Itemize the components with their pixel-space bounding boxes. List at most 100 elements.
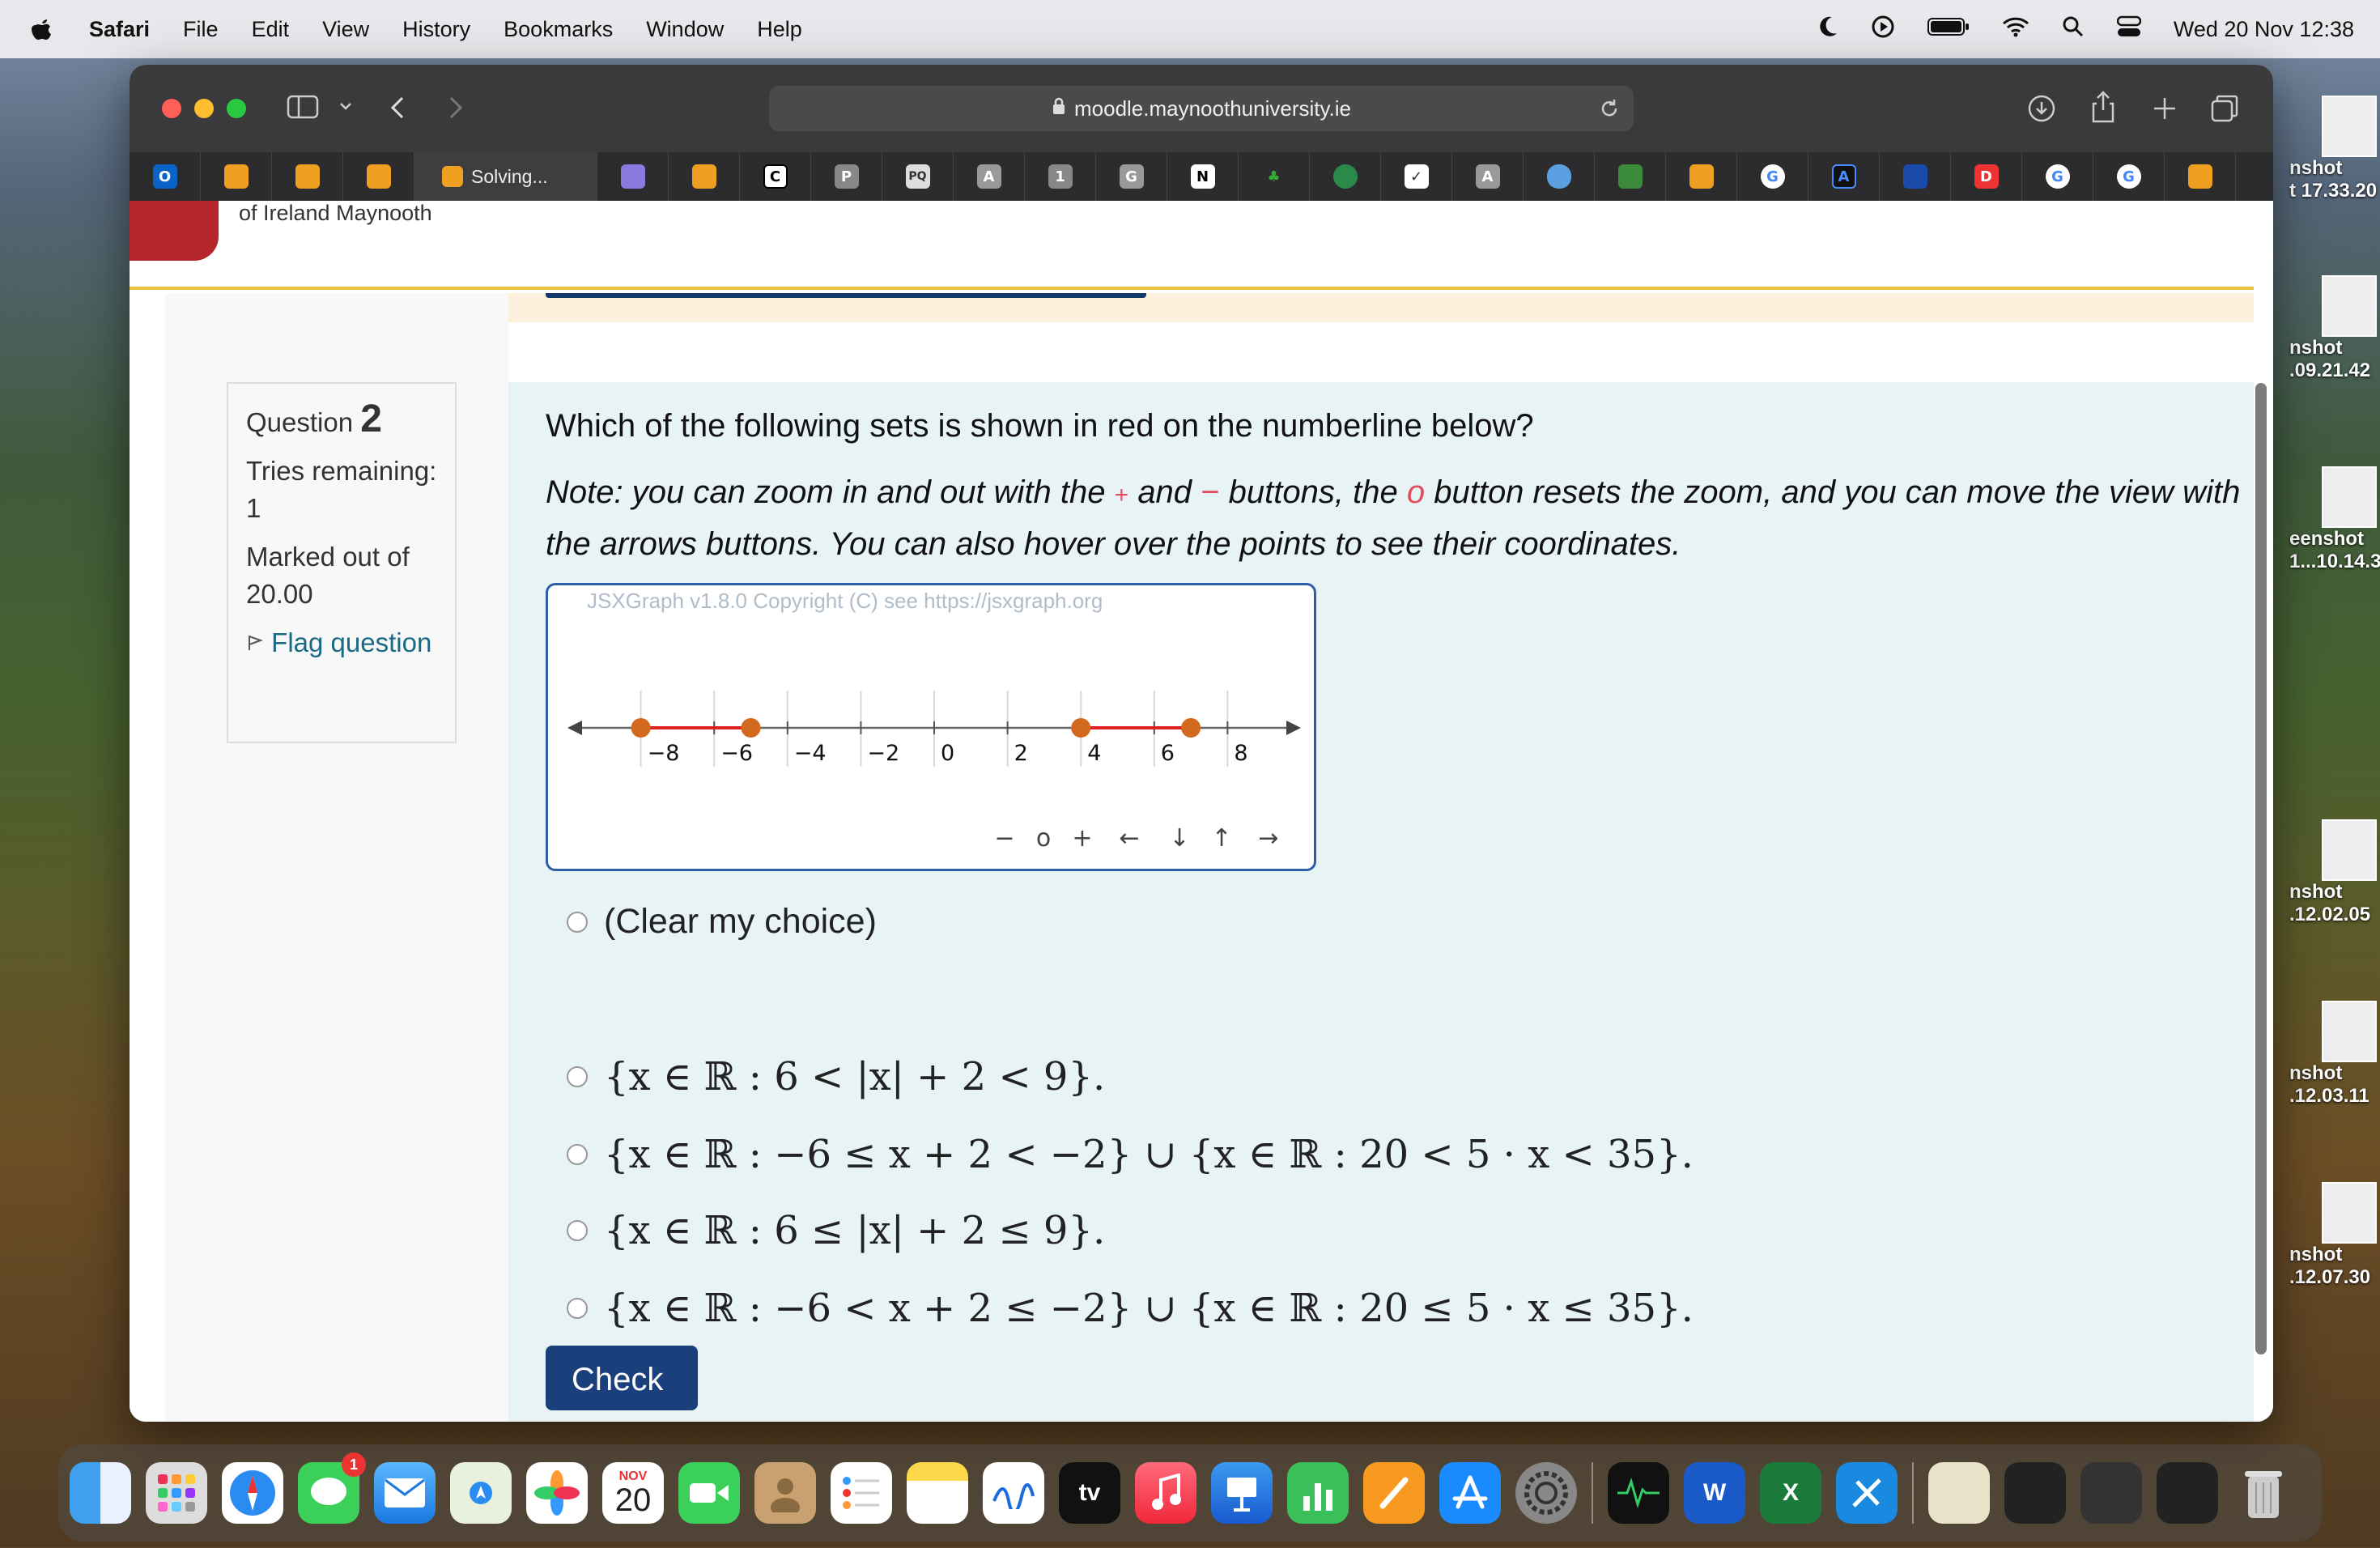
menu-history[interactable]: History: [402, 17, 470, 42]
university-logo[interactable]: [130, 201, 219, 261]
menu-app-name[interactable]: Safari: [89, 17, 150, 42]
moon-icon[interactable]: [1817, 15, 1838, 44]
tab-globe[interactable]: [1310, 152, 1381, 201]
clear-choice-option[interactable]: (Clear my choice): [567, 902, 877, 942]
chevron-down-icon[interactable]: [338, 100, 353, 116]
answer-radio[interactable]: [567, 1298, 588, 1319]
battery-icon[interactable]: [1927, 16, 1970, 43]
navigation-button[interactable]: o: [1036, 824, 1051, 853]
stack-document-icon[interactable]: [1928, 1462, 1990, 1524]
contacts-icon[interactable]: [754, 1462, 816, 1524]
navigation-button[interactable]: +: [1072, 824, 1092, 853]
numberline-board[interactable]: JSXGraph v1.8.0 Copyright (C) see https:…: [546, 583, 1316, 871]
mail-icon[interactable]: [374, 1462, 436, 1524]
tab-moodle[interactable]: [343, 152, 414, 201]
menu-edit[interactable]: Edit: [252, 17, 290, 42]
wifi-icon[interactable]: [2002, 16, 2029, 43]
address-bar[interactable]: moodle.maynoothuniversity.ie: [769, 86, 1634, 131]
back-icon[interactable]: [389, 96, 406, 123]
flag-question-link[interactable]: Flag question: [246, 624, 437, 661]
tab-notion[interactable]: N: [1167, 152, 1239, 201]
pages-icon[interactable]: [1363, 1462, 1425, 1524]
navigation-button[interactable]: −: [994, 824, 1014, 853]
tab-c[interactable]: C: [740, 152, 811, 201]
clear-choice-radio[interactable]: [567, 911, 588, 933]
desktop-file[interactable]: nshot .12.03.11: [2289, 1001, 2380, 1108]
desktop-file[interactable]: nshot .09.21.42: [2289, 275, 2380, 382]
tab-g[interactable]: G: [1096, 152, 1167, 201]
apple-tv-icon[interactable]: tv: [1059, 1462, 1120, 1524]
tab-a3[interactable]: A: [1808, 152, 1880, 201]
tab-clover[interactable]: ♣: [1239, 152, 1310, 201]
answer-radio[interactable]: [567, 1066, 588, 1087]
desktop-file[interactable]: nshot t 17.33.20: [2289, 96, 2380, 202]
control-center-icon[interactable]: [2116, 15, 2142, 44]
tab-google[interactable]: G: [2022, 152, 2093, 201]
numberline-svg[interactable]: −8 −6 −4 −2 0 2 4 6 8 − o + ← ↓ ↑ →: [548, 585, 1314, 869]
tab-check[interactable]: ✓: [1381, 152, 1452, 201]
answer-radio[interactable]: [567, 1144, 588, 1165]
tab-outlook[interactable]: O: [130, 152, 201, 201]
calendar-icon[interactable]: NOV 20: [602, 1462, 664, 1524]
reload-icon[interactable]: [1598, 97, 1621, 125]
answer-option-b[interactable]: {x ∈ ℝ : −6 ≤ x + 2 < −2} ∪ {x ∈ ℝ : 20 …: [567, 1132, 1694, 1177]
launchpad-icon[interactable]: [146, 1462, 207, 1524]
answer-option-d[interactable]: {x ∈ ℝ : −6 < x + 2 ≤ −2} ∪ {x ∈ ℝ : 20 …: [567, 1286, 1694, 1331]
word-icon[interactable]: W: [1684, 1462, 1745, 1524]
tab-1[interactable]: 1: [1025, 152, 1096, 201]
keynote-icon[interactable]: [1211, 1462, 1273, 1524]
navigation-button[interactable]: ↓: [1169, 824, 1189, 853]
tab-overview-icon[interactable]: [2210, 94, 2239, 126]
tab-leaf[interactable]: [1595, 152, 1666, 201]
maps-icon[interactable]: [450, 1462, 512, 1524]
menu-clock[interactable]: Wed 20 Nov 12:38: [2174, 17, 2354, 42]
download-icon[interactable]: [2027, 94, 2056, 126]
navigation-button[interactable]: →: [1258, 824, 1278, 853]
stack-window-icon[interactable]: [2080, 1462, 2142, 1524]
facetime-icon[interactable]: [678, 1462, 740, 1524]
tab-moodle[interactable]: [1666, 152, 1737, 201]
navigation-button[interactable]: ←: [1119, 824, 1139, 853]
music-icon[interactable]: [1135, 1462, 1196, 1524]
menu-help[interactable]: Help: [757, 17, 802, 42]
tab-google[interactable]: G: [2093, 152, 2165, 201]
tab-google[interactable]: G: [1737, 152, 1808, 201]
finder-icon[interactable]: [70, 1462, 131, 1524]
tab-moodle[interactable]: [201, 152, 272, 201]
xcode-icon[interactable]: [1836, 1462, 1898, 1524]
sidebar-icon[interactable]: [287, 94, 319, 123]
check-button[interactable]: Check: [546, 1346, 698, 1410]
tab-a2[interactable]: A: [1452, 152, 1524, 201]
answer-option-a[interactable]: {x ∈ ℝ : 6 < |x| + 2 < 9}.: [567, 1054, 1105, 1099]
share-icon[interactable]: [2090, 91, 2116, 126]
close-window-button[interactable]: [162, 99, 181, 118]
minimize-window-button[interactable]: [194, 99, 214, 118]
answer-option-c[interactable]: {x ∈ ℝ : 6 ≤ |x| + 2 ≤ 9}.: [567, 1208, 1105, 1253]
messages-icon[interactable]: 1: [298, 1452, 366, 1524]
menu-view[interactable]: View: [322, 17, 369, 42]
tab-moodle[interactable]: [272, 152, 343, 201]
answer-radio[interactable]: [567, 1220, 588, 1241]
numbers-icon[interactable]: [1287, 1462, 1349, 1524]
menu-window[interactable]: Window: [646, 17, 724, 42]
stack-window-icon[interactable]: [2157, 1462, 2218, 1524]
vertical-scrollbar[interactable]: [2255, 383, 2267, 1354]
menu-file[interactable]: File: [183, 17, 219, 42]
menu-bookmarks[interactable]: Bookmarks: [504, 17, 613, 42]
app-store-icon[interactable]: [1439, 1462, 1501, 1524]
tab-a[interactable]: A: [954, 152, 1025, 201]
system-settings-icon[interactable]: [1515, 1462, 1577, 1524]
photos-icon[interactable]: [526, 1462, 588, 1524]
tab-cloud[interactable]: [1524, 152, 1595, 201]
search-icon[interactable]: [2062, 15, 2085, 44]
tab-pq[interactable]: PQ: [882, 152, 954, 201]
desktop-file[interactable]: nshot .12.07.30: [2289, 1182, 2380, 1289]
tab-d[interactable]: D: [1951, 152, 2022, 201]
forward-icon[interactable]: [447, 96, 465, 123]
tab-moodle[interactable]: [669, 152, 740, 201]
stack-window-icon[interactable]: [2004, 1462, 2066, 1524]
freeform-icon[interactable]: [983, 1462, 1044, 1524]
notes-icon[interactable]: [907, 1462, 968, 1524]
tab-blue[interactable]: [1880, 152, 1951, 201]
excel-icon[interactable]: X: [1760, 1462, 1821, 1524]
